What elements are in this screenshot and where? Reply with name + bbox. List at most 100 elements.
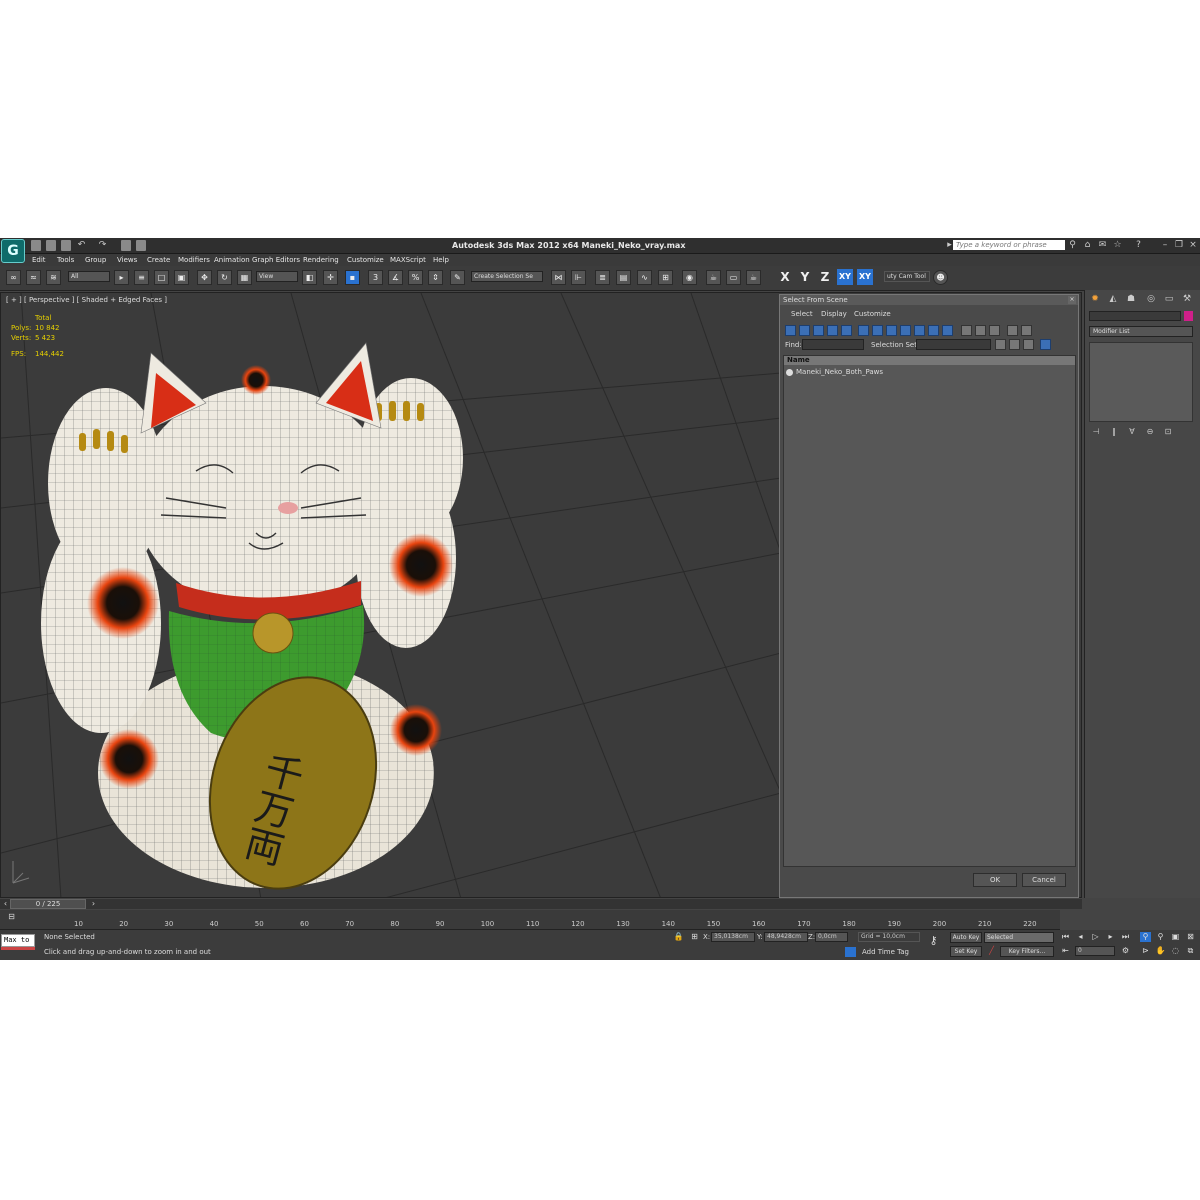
absolute-mode-icon[interactable]: ⊞ (689, 932, 700, 942)
select-all-icon[interactable] (995, 339, 1006, 350)
display-xrefs-icon[interactable] (886, 325, 897, 336)
pin-stack-icon[interactable]: ⊣ (1089, 427, 1103, 437)
display-spacewarps-icon[interactable] (858, 325, 869, 336)
curve-editor-icon[interactable]: ∿ (637, 270, 652, 285)
snaps-toggle-icon[interactable]: 3 (368, 270, 383, 285)
time-slider[interactable]: ‹ 0 / 225 › (0, 899, 1082, 909)
list-item[interactable]: Maneki_Neko_Both_Paws (786, 368, 883, 376)
viewport-label[interactable]: [ + ] [ Perspective ] [ Shaded + Edged F… (6, 296, 167, 304)
set-key-button[interactable]: Set Key (950, 946, 982, 957)
display-geometry-icon[interactable] (785, 325, 796, 336)
pivot-center-icon[interactable]: ◧ (302, 270, 317, 285)
menu-help[interactable]: Help (433, 256, 449, 264)
minimize-icon[interactable]: – (1160, 240, 1170, 250)
spinner-snap-icon[interactable]: ⇕ (428, 270, 443, 285)
show-end-result-icon[interactable]: ‖ (1107, 427, 1121, 437)
axis-xy-cycle-button[interactable]: XY (857, 269, 873, 285)
add-time-tag-button[interactable]: Add Time Tag (862, 948, 909, 956)
time-configuration-icon[interactable]: ⚙ (1120, 946, 1131, 956)
mini-curve-editor-icon[interactable]: ⊟ (6, 912, 17, 922)
menu-edit[interactable]: Edit (32, 256, 46, 264)
menu-rendering[interactable]: Rendering (303, 256, 339, 264)
go-to-start-icon[interactable]: ⏮ (1060, 932, 1071, 942)
rectangular-selection-icon[interactable]: □ (154, 270, 169, 285)
modifier-list-dropdown[interactable]: Modifier List (1089, 326, 1193, 337)
maneki-neko-model[interactable]: 千万両 (41, 342, 463, 898)
ok-button[interactable]: OK (973, 873, 1017, 887)
menu-create[interactable]: Create (147, 256, 170, 264)
key-mode-toggle-icon[interactable]: ⇤ (1060, 946, 1071, 956)
layer-manager-icon[interactable]: ≣ (595, 270, 610, 285)
scene-object-list[interactable]: Name Maneki_Neko_Both_Paws (783, 355, 1076, 867)
object-color-swatch[interactable] (1184, 311, 1193, 321)
redo-icon[interactable]: ↷ (98, 240, 107, 250)
keyboard-shortcut-override-icon[interactable]: ▪ (345, 270, 360, 285)
object-name-field[interactable] (1089, 311, 1181, 321)
dialog-menu-display[interactable]: Display (821, 310, 847, 318)
selection-lock-icon[interactable]: 🔒 (673, 932, 684, 942)
display-cameras-icon[interactable] (827, 325, 838, 336)
maximize-viewport-icon[interactable]: ⧉ (1185, 946, 1196, 956)
selection-filter-dropdown[interactable]: All (68, 271, 110, 282)
column-header-name[interactable]: Name (784, 356, 1075, 365)
utilities-tab-icon[interactable]: ⚒ (1181, 293, 1193, 305)
dialog-menu-customize[interactable]: Customize (854, 310, 891, 318)
x-coord-field[interactable]: 35,0138cm (711, 932, 755, 942)
display-hidden-icon[interactable] (942, 325, 953, 336)
filter-options-icon[interactable] (1021, 325, 1032, 336)
display-tab-icon[interactable]: ▭ (1163, 293, 1175, 305)
time-tag-icon[interactable] (845, 947, 856, 957)
binoculars-icon[interactable]: ⚲ (1068, 240, 1077, 250)
selected-dropdown[interactable]: Selected (984, 932, 1054, 943)
go-to-end-icon[interactable]: ⏭ (1120, 932, 1131, 942)
align-icon[interactable]: ⊩ (571, 270, 586, 285)
close-icon[interactable]: × (1188, 240, 1198, 250)
dialog-title[interactable]: Select From Scene (780, 295, 1078, 305)
rendered-frame-window-icon[interactable]: ▭ (726, 270, 741, 285)
display-all-icon[interactable] (961, 325, 972, 336)
angle-snap-icon[interactable]: ∡ (388, 270, 403, 285)
menu-graph-editors[interactable]: Graph Editors (252, 256, 300, 264)
zoom-extents-all-icon[interactable]: ⊠ (1185, 932, 1196, 942)
time-slider-thumb[interactable]: 0 / 225 (10, 899, 86, 909)
percent-snap-icon[interactable]: % (408, 270, 423, 285)
select-scale-icon[interactable]: ▦ (237, 270, 252, 285)
axis-x-button[interactable]: X (777, 269, 793, 285)
display-groups-icon[interactable] (872, 325, 883, 336)
window-crossing-icon[interactable]: ▣ (174, 270, 189, 285)
select-by-name-icon[interactable]: ≡ (134, 270, 149, 285)
display-frozen-icon[interactable] (928, 325, 939, 336)
schematic-view-icon[interactable]: ⊞ (658, 270, 673, 285)
create-tab-icon[interactable]: ✹ (1089, 293, 1101, 305)
help-search-input[interactable]: Type a keyword or phrase (953, 240, 1065, 250)
dialog-close-icon[interactable]: × (1068, 296, 1076, 304)
selection-set-dropdown[interactable] (916, 339, 991, 350)
display-lights-icon[interactable] (813, 325, 824, 336)
configure-modifier-sets-icon[interactable]: ⊡ (1161, 427, 1175, 437)
pan-view-icon[interactable]: ✋ (1155, 946, 1166, 956)
display-shapes-icon[interactable] (799, 325, 810, 336)
axis-xy-button[interactable]: XY (837, 269, 853, 285)
caddy-tools-button[interactable]: uty Cam Tool (884, 271, 930, 282)
modifier-stack[interactable] (1089, 342, 1193, 422)
graphite-ribbon-icon[interactable]: ▤ (616, 270, 631, 285)
skull-tool-icon[interactable]: ☻ (933, 270, 948, 285)
workspace-icon[interactable] (136, 240, 146, 251)
previous-frame-icon[interactable]: ◂ (1075, 932, 1086, 942)
play-icon[interactable]: ▷ (1090, 932, 1101, 942)
zoom-extents-icon[interactable]: ▣ (1170, 932, 1181, 942)
set-key-icon[interactable]: ⚷ (928, 935, 939, 946)
menu-views[interactable]: Views (117, 256, 137, 264)
select-none-icon[interactable] (1009, 339, 1020, 350)
favorites-star-icon[interactable]: ☆ (1113, 240, 1122, 250)
hierarchy-tab-icon[interactable]: ☗ (1125, 293, 1137, 305)
subscription-icon[interactable]: ⌂ (1083, 240, 1092, 250)
motion-tab-icon[interactable]: ◎ (1145, 293, 1157, 305)
bind-space-warp-icon[interactable]: ≋ (46, 270, 61, 285)
new-file-icon[interactable] (31, 240, 41, 251)
link-icon[interactable]: ∞ (6, 270, 21, 285)
remove-modifier-icon[interactable]: ⊖ (1143, 427, 1157, 437)
menu-tools[interactable]: Tools (57, 256, 74, 264)
material-editor-icon[interactable]: ◉ (682, 270, 697, 285)
menu-group[interactable]: Group (85, 256, 106, 264)
